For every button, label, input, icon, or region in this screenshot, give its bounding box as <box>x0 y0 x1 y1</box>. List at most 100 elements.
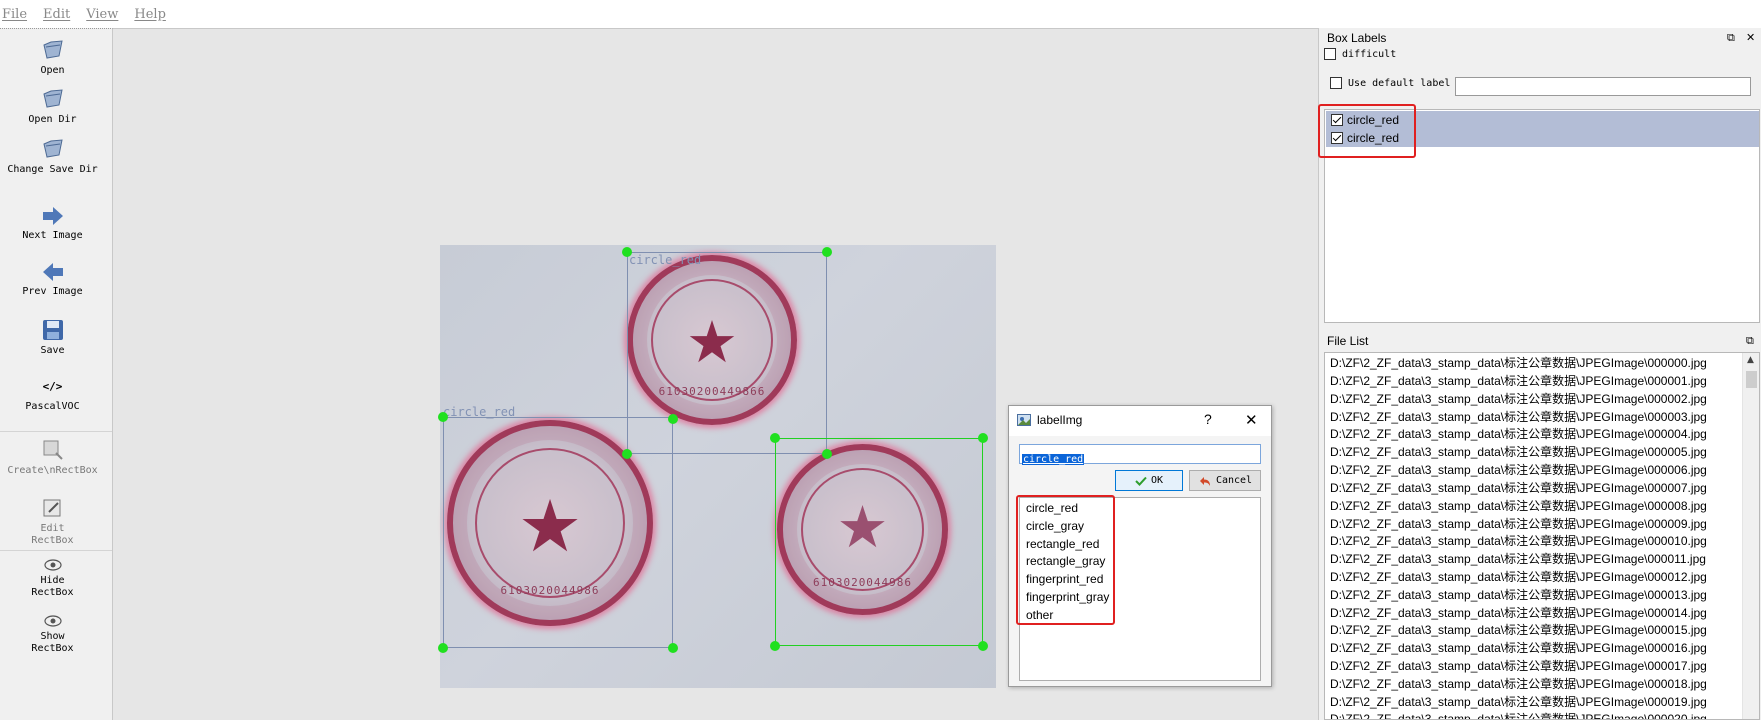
menu-edit[interactable]: Edit <box>43 7 70 22</box>
box-handle[interactable] <box>822 449 832 459</box>
hide-rectbox-button[interactable]: Hide RectBox <box>0 559 105 599</box>
box-handle[interactable] <box>622 247 632 257</box>
file-list-item[interactable]: D:\ZF\2_ZF_data\3_stamp_data\标注公章数据\JPEG… <box>1330 606 1707 620</box>
file-list[interactable]: D:\ZF\2_ZF_data\3_stamp_data\标注公章数据\JPEG… <box>1324 352 1760 720</box>
file-list-item[interactable]: D:\ZF\2_ZF_data\3_stamp_data\标注公章数据\JPEG… <box>1330 659 1707 673</box>
show-rectbox-label-2: RectBox <box>31 643 74 654</box>
format-pascalvoc-button[interactable]: </> PascalVOC <box>0 381 105 413</box>
chevron-up-icon[interactable]: ▲ <box>1747 355 1754 365</box>
use-default-label-checkbox[interactable]: Use default label <box>1330 77 1450 89</box>
file-list-item[interactable]: D:\ZF\2_ZF_data\3_stamp_data\标注公章数据\JPEG… <box>1330 392 1707 406</box>
toolbar: Open Open Dir Change Save Dir Next Image… <box>0 28 113 720</box>
file-list-item[interactable]: D:\ZF\2_ZF_data\3_stamp_data\标注公章数据\JPEG… <box>1330 463 1707 477</box>
save-button[interactable]: Save <box>0 319 105 357</box>
bounding-box-label: circle_red <box>629 253 702 267</box>
dialog-titlebar: labelImg ? ✕ <box>1009 406 1271 436</box>
menu-help[interactable]: Help <box>134 7 166 22</box>
file-list-item[interactable]: D:\ZF\2_ZF_data\3_stamp_data\标注公章数据\JPEG… <box>1330 410 1707 424</box>
next-image-label: Next Image <box>22 230 83 241</box>
difficult-label: difficult <box>1342 49 1397 60</box>
selected-bounding-box[interactable] <box>775 438 983 646</box>
folder-icon <box>42 40 63 59</box>
bounding-box-label: circle_red <box>443 405 516 419</box>
box-handle[interactable] <box>438 643 448 653</box>
checkbox-icon <box>1330 77 1342 89</box>
file-list-item[interactable]: D:\ZF\2_ZF_data\3_stamp_data\标注公章数据\JPEG… <box>1330 445 1707 459</box>
box-handle[interactable] <box>668 414 678 424</box>
scrollbar-thumb[interactable] <box>1746 371 1757 388</box>
file-list-item[interactable]: D:\ZF\2_ZF_data\3_stamp_data\标注公章数据\JPEG… <box>1330 427 1707 441</box>
box-handle[interactable] <box>668 643 678 653</box>
folder-icon <box>42 139 63 158</box>
edit-rectbox-label-1: Edit <box>40 523 65 534</box>
change-save-dir-label: Change Save Dir <box>7 164 98 175</box>
box-handle[interactable] <box>770 433 780 443</box>
eye-icon <box>43 559 62 571</box>
cancel-label: Cancel <box>1215 475 1253 486</box>
close-dock-icon[interactable]: ✕ <box>1746 29 1755 47</box>
box-handle[interactable] <box>438 412 448 422</box>
edit-rectbox-button[interactable]: Edit RectBox <box>0 497 105 547</box>
menu-file[interactable]: File <box>2 7 27 22</box>
file-list-item[interactable]: D:\ZF\2_ZF_data\3_stamp_data\标注公章数据\JPEG… <box>1330 677 1707 691</box>
ok-button[interactable]: OK <box>1115 470 1183 491</box>
box-handle[interactable] <box>622 449 632 459</box>
open-dir-button[interactable]: Open Dir <box>0 86 105 126</box>
default-label-input[interactable] <box>1455 77 1751 96</box>
toolbar-divider <box>0 431 112 432</box>
edit-icon <box>43 499 60 517</box>
create-rectbox-button[interactable]: Create\nRectBox <box>0 439 105 477</box>
create-box-icon <box>43 440 63 460</box>
next-image-button[interactable]: Next Image <box>0 206 105 242</box>
dialog-close-button[interactable]: ✕ <box>1245 411 1258 429</box>
file-list-item[interactable]: D:\ZF\2_ZF_data\3_stamp_data\标注公章数据\JPEG… <box>1330 356 1707 370</box>
file-list-item[interactable]: D:\ZF\2_ZF_data\3_stamp_data\标注公章数据\JPEG… <box>1330 641 1707 655</box>
open-label: Open <box>40 65 65 76</box>
box-labels-title-text: Box Labels <box>1327 31 1387 45</box>
save-label: Save <box>40 345 65 356</box>
box-handle[interactable] <box>978 433 988 443</box>
open-button[interactable]: Open <box>0 37 105 77</box>
file-list-item[interactable]: D:\ZF\2_ZF_data\3_stamp_data\标注公章数据\JPEG… <box>1330 552 1706 566</box>
help-button[interactable]: ? <box>1204 411 1212 427</box>
difficult-checkbox[interactable]: difficult <box>1324 48 1396 60</box>
arrow-right-icon <box>42 207 63 225</box>
cancel-button[interactable]: Cancel <box>1189 470 1261 491</box>
menu-bar: File Edit View Help <box>0 0 1761 28</box>
file-list-item[interactable]: D:\ZF\2_ZF_data\3_stamp_data\标注公章数据\JPEG… <box>1330 695 1707 709</box>
edit-rectbox-label-2: RectBox <box>31 535 74 546</box>
highlight-rectangle <box>1318 104 1416 158</box>
box-handle[interactable] <box>822 247 832 257</box>
menu-view[interactable]: View <box>86 7 118 22</box>
change-save-dir-button[interactable]: Change Save Dir <box>0 136 105 176</box>
file-list-item[interactable]: D:\ZF\2_ZF_data\3_stamp_data\标注公章数据\JPEG… <box>1330 712 1707 719</box>
file-list-item[interactable]: D:\ZF\2_ZF_data\3_stamp_data\标注公章数据\JPEG… <box>1330 499 1707 513</box>
file-list-item[interactable]: D:\ZF\2_ZF_data\3_stamp_data\标注公章数据\JPEG… <box>1330 517 1707 531</box>
folder-icon <box>42 89 63 108</box>
file-list-item[interactable]: D:\ZF\2_ZF_data\3_stamp_data\标注公章数据\JPEG… <box>1330 374 1707 388</box>
show-rectbox-label-1: Show <box>40 631 65 642</box>
float-dock-icon[interactable]: ⧉ <box>1746 332 1754 350</box>
show-rectbox-button[interactable]: Show RectBox <box>0 615 105 655</box>
floppy-disk-icon <box>42 320 63 340</box>
file-list-title: File List ⧉ <box>1319 332 1761 350</box>
bounding-box[interactable] <box>443 417 673 648</box>
prev-image-button[interactable]: Prev Image <box>0 262 105 298</box>
file-list-item[interactable]: D:\ZF\2_ZF_data\3_stamp_data\标注公章数据\JPEG… <box>1330 534 1707 548</box>
box-handle[interactable] <box>770 641 780 651</box>
float-dock-icon[interactable]: ⧉ <box>1727 29 1735 47</box>
dialog-title: labelImg <box>1037 413 1083 427</box>
file-list-item[interactable]: D:\ZF\2_ZF_data\3_stamp_data\标注公章数据\JPEG… <box>1330 623 1707 637</box>
toolbar-divider <box>0 550 112 551</box>
file-list-title-text: File List <box>1327 334 1369 348</box>
file-list-scrollbar[interactable]: ▲ <box>1742 353 1759 719</box>
file-list-item[interactable]: D:\ZF\2_ZF_data\3_stamp_data\标注公章数据\JPEG… <box>1330 588 1707 602</box>
file-list-item[interactable]: D:\ZF\2_ZF_data\3_stamp_data\标注公章数据\JPEG… <box>1330 570 1707 584</box>
file-list-item[interactable]: D:\ZF\2_ZF_data\3_stamp_data\标注公章数据\JPEG… <box>1330 481 1707 495</box>
label-input[interactable]: circle_red <box>1019 444 1261 465</box>
use-default-label-text: Use default label <box>1348 78 1451 89</box>
undo-icon <box>1199 476 1210 486</box>
box-labels-title: Box Labels ⧉ ✕ <box>1319 29 1761 47</box>
box-handle[interactable] <box>978 641 988 651</box>
open-dir-label: Open Dir <box>28 114 77 125</box>
